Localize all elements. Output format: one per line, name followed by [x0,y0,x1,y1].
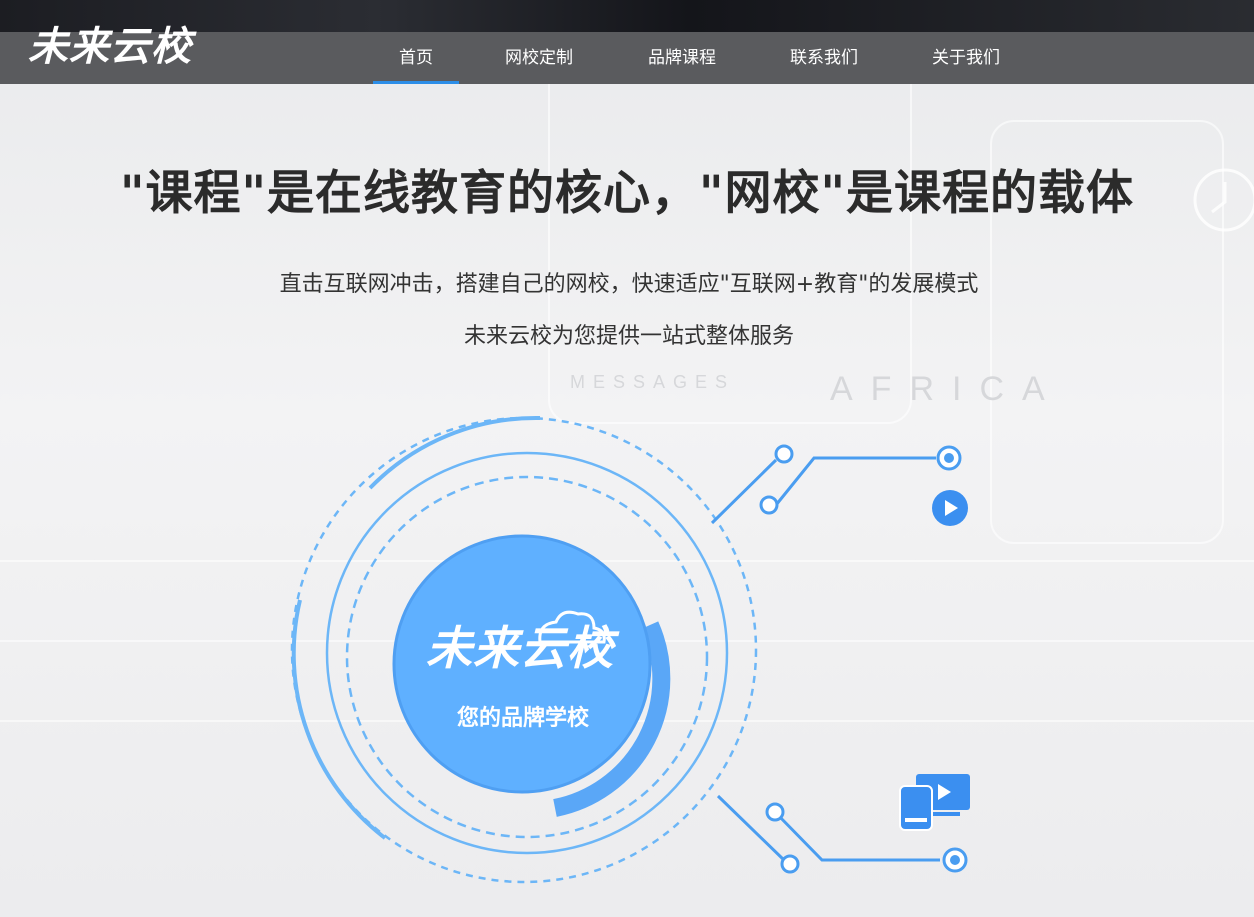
circuit-node [759,495,779,515]
circuit-node [765,802,785,822]
circuit-node [774,444,794,464]
play-icon [932,490,968,526]
center-logo-text: 未来云校 [426,621,614,675]
circuit-node-dot [944,453,954,463]
circuit-node-dot [950,855,960,865]
brand-diagram [290,415,970,884]
center-tagline: 您的品牌学校 [456,706,589,731]
circuit-top [710,456,936,525]
circuit-node [780,854,800,874]
devices-icon [899,774,970,831]
